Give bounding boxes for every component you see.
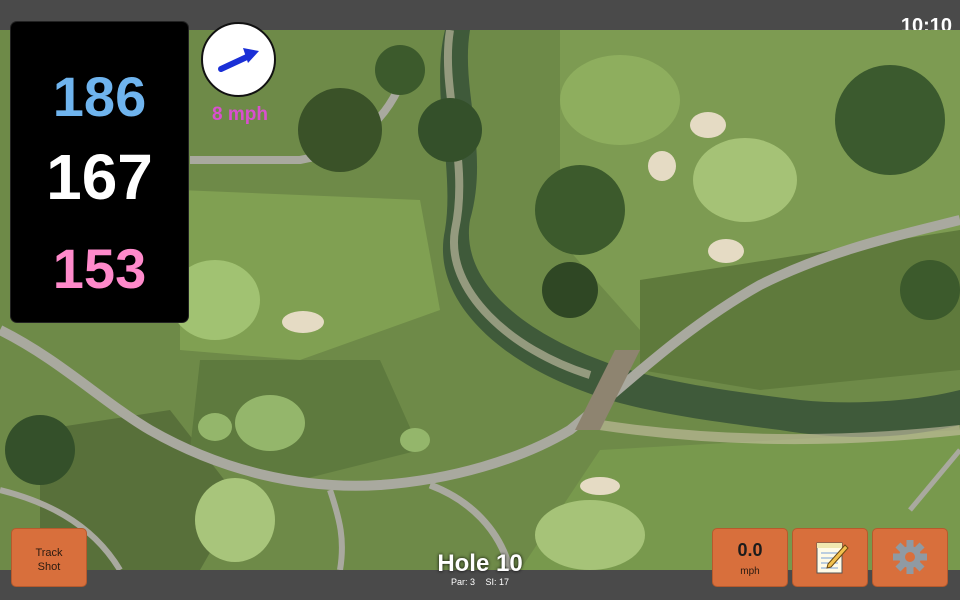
hole-par: Par: 3	[450, 577, 475, 587]
track-shot-label-line2: Shot	[37, 561, 61, 573]
settings-button[interactable]	[872, 528, 948, 587]
notes-button[interactable]	[792, 528, 868, 587]
track-shot-button[interactable]: Track Shot	[11, 528, 87, 587]
yardage-panel: 186 167 153	[11, 22, 188, 322]
middle-distance: 167	[46, 141, 153, 213]
hole-info: Par: 3 SI: 17	[380, 577, 580, 587]
back-distance: 186	[52, 65, 147, 128]
gear-icon	[893, 540, 927, 574]
hole-title: Hole 10	[437, 550, 523, 577]
track-shot-label-line1: Track	[35, 547, 63, 559]
wind-arrow-icon	[218, 48, 259, 72]
wind-speed: 8 mph	[212, 104, 268, 125]
speed-unit: mph	[740, 566, 760, 577]
notepad-icon	[816, 542, 849, 574]
hole-stroke-index: SI: 17	[485, 577, 510, 587]
front-distance: 153	[52, 237, 147, 300]
speed-button[interactable]: 0.0 mph	[712, 528, 788, 587]
wind-indicator	[201, 22, 276, 97]
speed-value: 0.0	[737, 540, 763, 560]
